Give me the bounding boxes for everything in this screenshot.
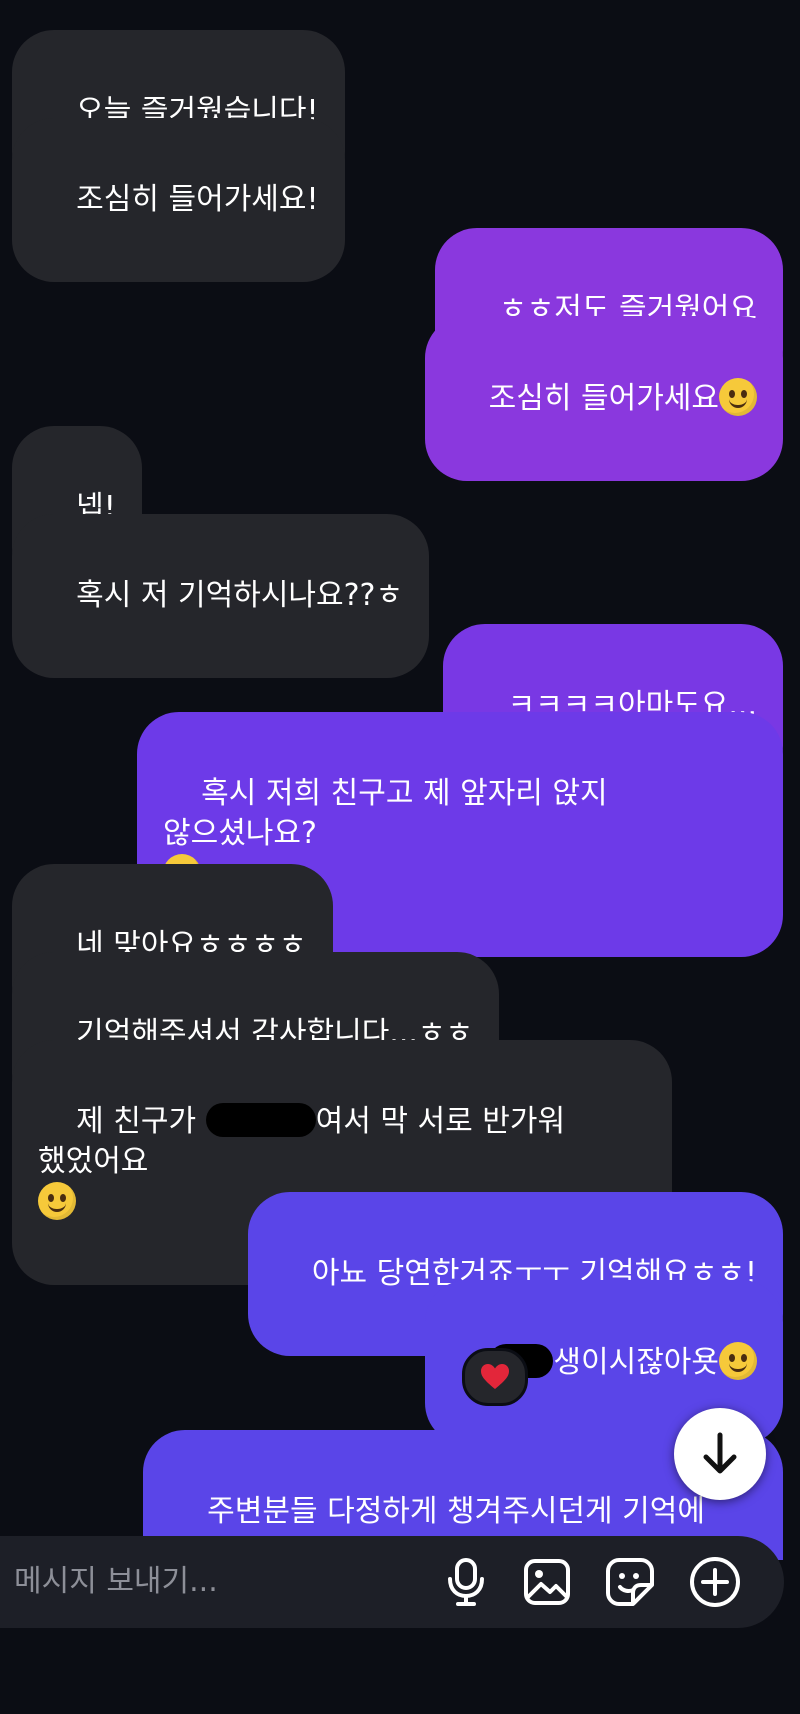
arrow-down-icon xyxy=(703,1432,737,1474)
sticker-icon[interactable] xyxy=(600,1552,660,1612)
relieved-face-icon xyxy=(719,378,757,416)
microphone-icon[interactable] xyxy=(436,1552,496,1612)
message-bubble-incoming[interactable]: 조심히 들어가세요! xyxy=(12,118,345,282)
heart-reaction[interactable] xyxy=(462,1348,528,1406)
message-text: 혹시 저희 친구고 제 앞자리 앉지 않으셨나요? xyxy=(163,776,618,851)
message-composer[interactable]: 메시지 보내기... xyxy=(0,1536,784,1628)
heart-icon xyxy=(481,1364,509,1389)
message-text: 조심히 들어가세요! xyxy=(76,182,319,217)
smiling-face-icon xyxy=(719,1342,757,1380)
message-text: 제 친구가 xyxy=(76,1104,206,1139)
scroll-to-bottom-button[interactable] xyxy=(674,1408,766,1500)
add-circle-icon[interactable] xyxy=(685,1552,745,1612)
message-thread[interactable]: 오늘 즐거웠습니다! 조심히 들어가세요! ㅎㅎ저도 즐거웠어요 조심히 들어가… xyxy=(0,0,800,1560)
message-input[interactable]: 메시지 보내기... xyxy=(14,1562,218,1602)
redacted-text xyxy=(205,1103,316,1137)
message-bubble-outgoing[interactable]: 조심히 들어가세요 xyxy=(424,316,783,481)
bottom-safe-area xyxy=(0,1628,800,1714)
message-text: 조심히 들어가세요 xyxy=(488,381,719,416)
message-text: 생이시잖아욧 xyxy=(553,1345,719,1380)
message-text: 혹시 저 기억하시나요??ㅎ xyxy=(76,578,404,613)
image-icon[interactable] xyxy=(517,1552,577,1612)
grinning-squinting-face-icon xyxy=(38,1182,76,1220)
message-bubble-incoming[interactable]: 혹시 저 기억하시나요??ㅎ xyxy=(12,514,430,678)
